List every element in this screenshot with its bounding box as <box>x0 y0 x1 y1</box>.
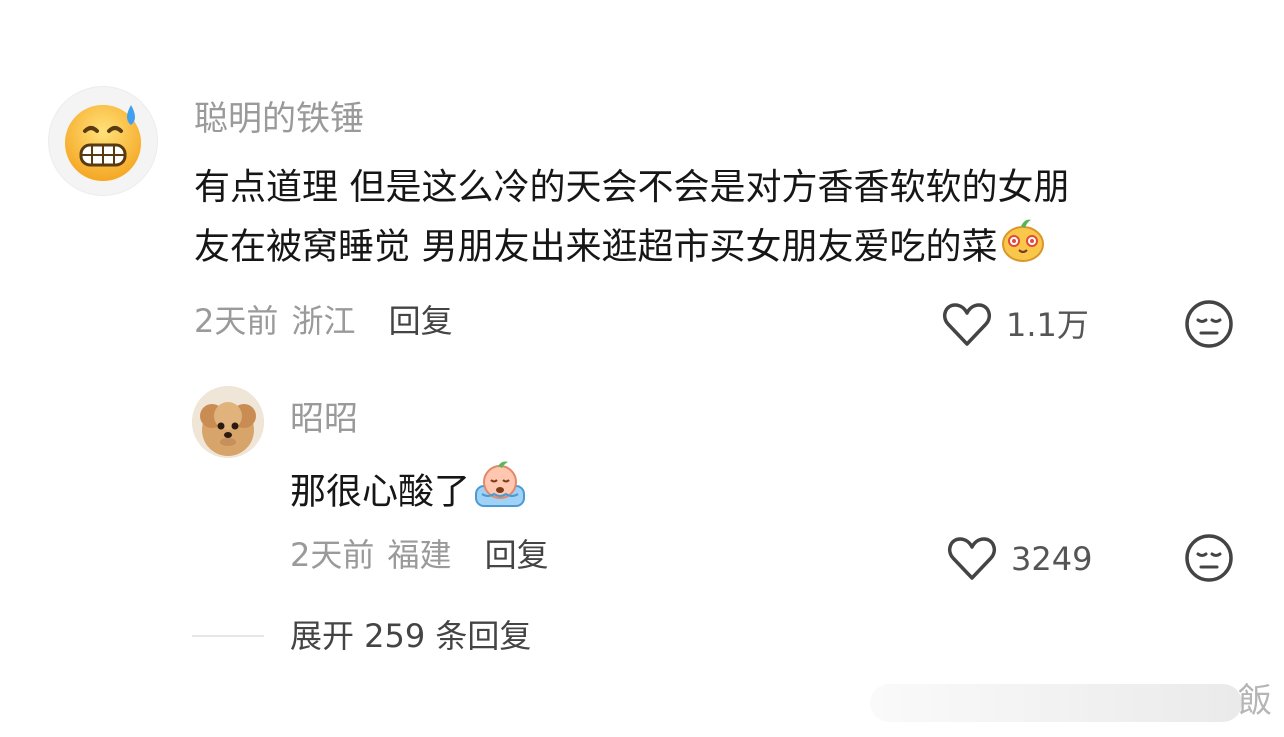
comment-text-line: 有点道理 但是这么冷的天会不会是对方香香软软的女朋 <box>194 167 1070 208</box>
dog-avatar-icon <box>192 386 264 458</box>
dislike-face-icon[interactable] <box>1184 533 1234 583</box>
comment-meta: 2天前 福建 回复 <box>290 539 549 571</box>
dislike-face-icon[interactable] <box>1184 299 1234 349</box>
comment-location: 浙江 <box>291 302 356 340</box>
reply-button[interactable]: 回复 <box>389 302 453 340</box>
like-button[interactable]: 3249 <box>947 534 1092 584</box>
orange-blob-emoji-icon <box>999 216 1047 281</box>
heart-icon <box>947 536 997 582</box>
comment-text-segment: 那很心酸了 <box>290 471 471 513</box>
avatar[interactable] <box>48 86 158 196</box>
comment-location: 福建 <box>387 536 452 574</box>
like-count: 1.1万 <box>1006 306 1089 344</box>
comment-meta: 2天前 浙江 回复 <box>194 305 453 337</box>
comment-text: 有点道理 但是这么冷的天会不会是对方香香软软的女朋 友在被窝睡觉 男朋友出来逛超… <box>194 160 1069 281</box>
comment-time: 2天前 <box>194 302 279 340</box>
comment-text: 那很心酸了 <box>290 460 528 527</box>
reply-button[interactable]: 回复 <box>485 536 549 574</box>
watermark-text: 飯 <box>1238 681 1272 721</box>
comment-text-segment: 友在被窝睡觉 男朋友出来逛超市买女朋友爱吃的菜 <box>194 226 998 268</box>
avatar[interactable] <box>192 386 264 458</box>
comment-time: 2天前 <box>290 536 375 574</box>
username[interactable]: 聪明的铁锤 <box>194 102 364 136</box>
like-button[interactable]: 1.1万 <box>942 300 1089 350</box>
expand-replies-button[interactable]: 展开 259 条回复 <box>290 620 531 652</box>
username[interactable]: 昭昭 <box>290 402 358 436</box>
watermark-logo <box>870 684 1242 722</box>
comment-text-line: 友在被窝睡觉 男朋友出来逛超市买女朋友爱吃的菜 <box>194 216 1069 281</box>
like-count: 3249 <box>1011 540 1093 578</box>
heart-icon <box>942 302 992 348</box>
grimacing-sweat-emoji-icon <box>65 105 141 181</box>
crying-emoji-icon <box>472 460 528 527</box>
expand-replies-divider <box>192 635 264 637</box>
